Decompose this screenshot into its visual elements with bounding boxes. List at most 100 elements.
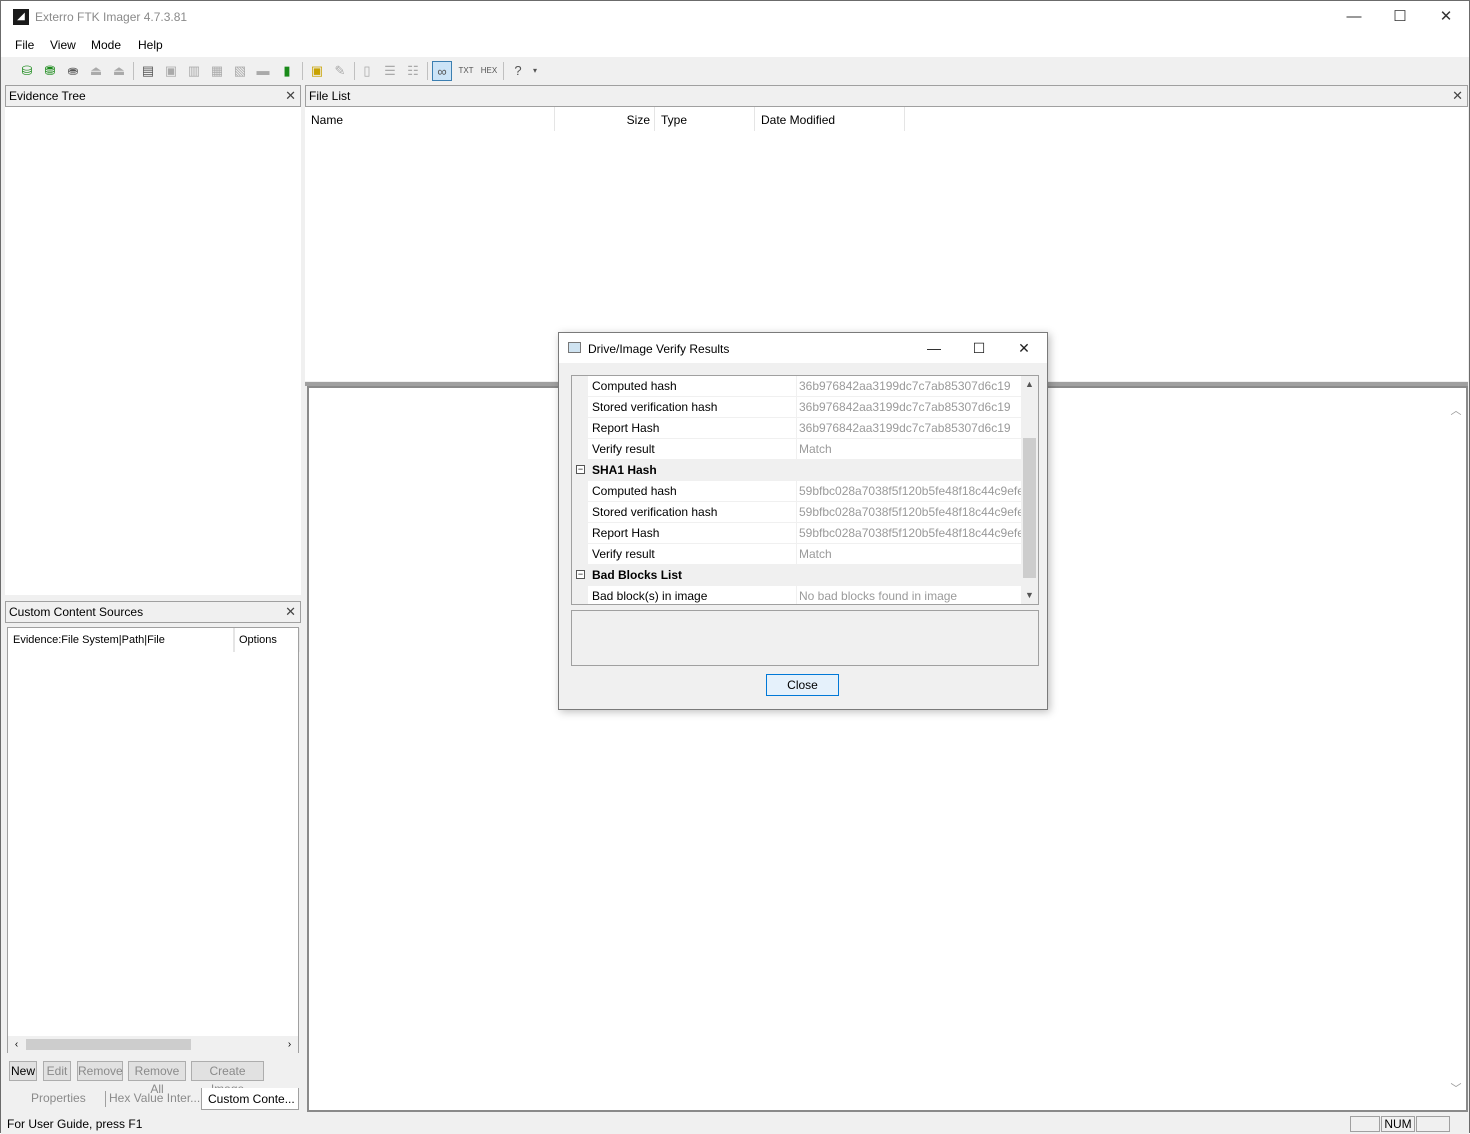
app-logo-icon: ◢ xyxy=(13,9,29,25)
evidence-tree-close-icon[interactable]: ✕ xyxy=(285,88,296,104)
viewer-scroll-down-icon[interactable]: ﹀ xyxy=(1448,1080,1464,1096)
auto-view-icon[interactable]: ∞ xyxy=(432,61,452,81)
evidence-tree-title: Evidence Tree xyxy=(9,89,86,103)
obtain-protected-files-icon[interactable]: ▣ xyxy=(307,61,327,81)
menu-file[interactable]: File xyxy=(15,38,34,52)
category-label: SHA1 Hash xyxy=(592,463,657,477)
help-icon[interactable]: ? xyxy=(508,61,528,81)
hex-view-icon[interactable]: HEX xyxy=(479,61,499,81)
tab-divider xyxy=(105,1091,106,1107)
export-directory-listing-icon[interactable]: ☷ xyxy=(403,61,423,81)
add-to-custom-content-icon[interactable]: ▦ xyxy=(207,61,227,81)
menu-help[interactable]: Help xyxy=(138,38,163,52)
dropdown-arrow-icon[interactable]: ▾ xyxy=(529,61,541,81)
menu-view[interactable]: View xyxy=(50,38,76,52)
column-name[interactable]: Name xyxy=(305,107,555,131)
column-type[interactable]: Type xyxy=(655,107,755,131)
results-property-grid[interactable]: Computed hash 36b976842aa3199dc7c7ab85307… xyxy=(571,375,1039,605)
export-logical-image-icon[interactable]: ▥ xyxy=(184,61,204,81)
toolbar-separator xyxy=(302,62,303,80)
grid-row: Computed hash 36b976842aa3199dc7c7ab85307… xyxy=(572,376,1022,397)
column-size[interactable]: Size xyxy=(555,107,655,131)
title-bar: ◢ Exterro FTK Imager 4.7.3.81 — ☐ ✕ xyxy=(1,1,1469,33)
row-value[interactable]: No bad blocks found in image xyxy=(796,586,957,604)
create-disk-image-icon[interactable]: ▤ xyxy=(138,61,158,81)
collapse-icon[interactable]: − xyxy=(576,465,585,474)
toolbar-separator xyxy=(503,62,504,80)
dialog-minimize-button[interactable]: — xyxy=(911,333,957,363)
status-bar: For User Guide, press F1 NUM xyxy=(1,1114,1469,1134)
column-evidence[interactable]: Evidence:File System|Path|File xyxy=(8,628,234,652)
remove-all-button[interactable]: Remove All xyxy=(128,1061,186,1096)
column-options[interactable]: Options xyxy=(234,628,300,652)
menu-mode[interactable]: Mode xyxy=(91,38,121,52)
create-custom-content-icon[interactable]: ▧ xyxy=(230,61,250,81)
status-caps-box xyxy=(1350,1116,1380,1132)
dialog-window-icon xyxy=(568,342,581,353)
remove-all-evidence-icon[interactable]: ⏏ xyxy=(109,61,129,81)
custom-content-list[interactable]: Evidence:File System|Path|File Options ‹… xyxy=(7,627,300,1053)
tab-properties[interactable]: Properties xyxy=(31,1091,86,1109)
remove-button[interactable]: Remove xyxy=(77,1061,123,1081)
row-label: Report Hash xyxy=(592,526,660,540)
tab-hex-value-interpreter[interactable]: Hex Value Inter... xyxy=(109,1091,200,1109)
grid-row: Computed hash 59bfbc028a7038f5f120b5fe48f… xyxy=(572,481,1031,502)
row-label: Bad block(s) in image xyxy=(592,589,708,603)
row-value[interactable]: 59bfbc028a7038f5f120b5fe48f18c44c9efed xyxy=(796,481,1031,502)
viewer-scroll-up-icon[interactable]: ︿ xyxy=(1448,402,1464,418)
category-bad-blocks-list[interactable]: − Bad Blocks List xyxy=(572,565,1022,586)
decrypt-icon[interactable]: ▬ xyxy=(253,61,273,81)
column-date-modified[interactable]: Date Modified xyxy=(755,107,905,131)
description-box xyxy=(571,610,1039,666)
row-value[interactable]: Match xyxy=(796,439,832,460)
row-value[interactable]: Match xyxy=(796,544,832,565)
row-label: Report Hash xyxy=(592,421,660,435)
grid-row: Verify result Match xyxy=(572,544,1022,565)
dialog-title-bar: Drive/Image Verify Results — ☐ ✕ xyxy=(559,333,1047,363)
add-all-evidence-icon[interactable]: ⛃ xyxy=(40,61,60,81)
scroll-up-icon[interactable]: ▲ xyxy=(1021,376,1038,393)
grid-vertical-scrollbar[interactable]: ▲ ▼ xyxy=(1021,376,1038,604)
file-list-close-icon[interactable]: ✕ xyxy=(1452,88,1463,104)
row-value[interactable]: 36b976842aa3199dc7c7ab85307d6c19 xyxy=(796,397,1011,418)
file-list-header: File List ✕ xyxy=(305,85,1468,107)
toolbar-separator xyxy=(427,62,428,80)
category-sha1-hash[interactable]: − SHA1 Hash xyxy=(572,460,1022,481)
scroll-left-icon[interactable]: ‹ xyxy=(8,1036,25,1053)
dialog-close-action-button[interactable]: Close xyxy=(766,674,839,696)
detect-efs-icon[interactable]: ✎ xyxy=(330,61,350,81)
dialog-maximize-button[interactable]: ☐ xyxy=(956,333,1002,363)
custom-content-title: Custom Content Sources xyxy=(9,605,144,619)
toolbar: ⛁ ⛃ ⛂ ⏏ ⏏ ▤ ▣ ▥ ▦ ▧ ▬ ▮ ▣ ✎ ▯ ☰ ☷ ∞ TXT … xyxy=(1,57,1469,85)
export-file-hash-list-icon[interactable]: ☰ xyxy=(380,61,400,81)
scroll-down-icon[interactable]: ▼ xyxy=(1021,587,1038,604)
tab-custom-content[interactable]: Custom Conte... xyxy=(201,1088,299,1110)
row-value[interactable]: 36b976842aa3199dc7c7ab85307d6c19 xyxy=(796,376,1011,397)
dialog-close-button[interactable]: ✕ xyxy=(1001,333,1047,363)
edit-button[interactable]: Edit xyxy=(43,1061,71,1081)
new-button[interactable]: New xyxy=(9,1061,37,1081)
grid-row: Verify result Match xyxy=(572,439,1022,460)
status-scrl-box xyxy=(1416,1116,1450,1132)
custom-content-close-icon[interactable]: ✕ xyxy=(285,604,296,620)
text-view-icon[interactable]: TXT xyxy=(456,61,476,81)
maximize-button[interactable]: ☐ xyxy=(1377,1,1423,33)
minimize-button[interactable]: — xyxy=(1331,1,1377,33)
horizontal-scrollbar[interactable]: ‹ › xyxy=(8,1036,298,1053)
row-value[interactable]: 59bfbc028a7038f5f120b5fe48f18c44c9efed xyxy=(796,502,1031,523)
scrollbar-thumb[interactable] xyxy=(26,1039,191,1050)
scrollbar-thumb[interactable] xyxy=(1023,438,1036,578)
export-files-icon[interactable]: ▯ xyxy=(357,61,377,81)
evidence-tree-body[interactable] xyxy=(5,107,301,595)
create-image-button[interactable]: Create Image xyxy=(191,1061,264,1096)
row-value[interactable]: 59bfbc028a7038f5f120b5fe48f18c44c9efed xyxy=(796,523,1031,544)
export-disk-image-icon[interactable]: ▣ xyxy=(161,61,181,81)
capture-memory-icon[interactable]: ▮ xyxy=(277,61,297,81)
remove-evidence-icon[interactable]: ⏏ xyxy=(86,61,106,81)
add-evidence-icon[interactable]: ⛁ xyxy=(17,61,37,81)
collapse-icon[interactable]: − xyxy=(576,570,585,579)
row-value[interactable]: 36b976842aa3199dc7c7ab85307d6c19 xyxy=(796,418,1011,439)
image-mounting-icon[interactable]: ⛂ xyxy=(63,61,83,81)
scroll-right-icon[interactable]: › xyxy=(281,1036,298,1053)
close-button[interactable]: ✕ xyxy=(1423,1,1469,33)
